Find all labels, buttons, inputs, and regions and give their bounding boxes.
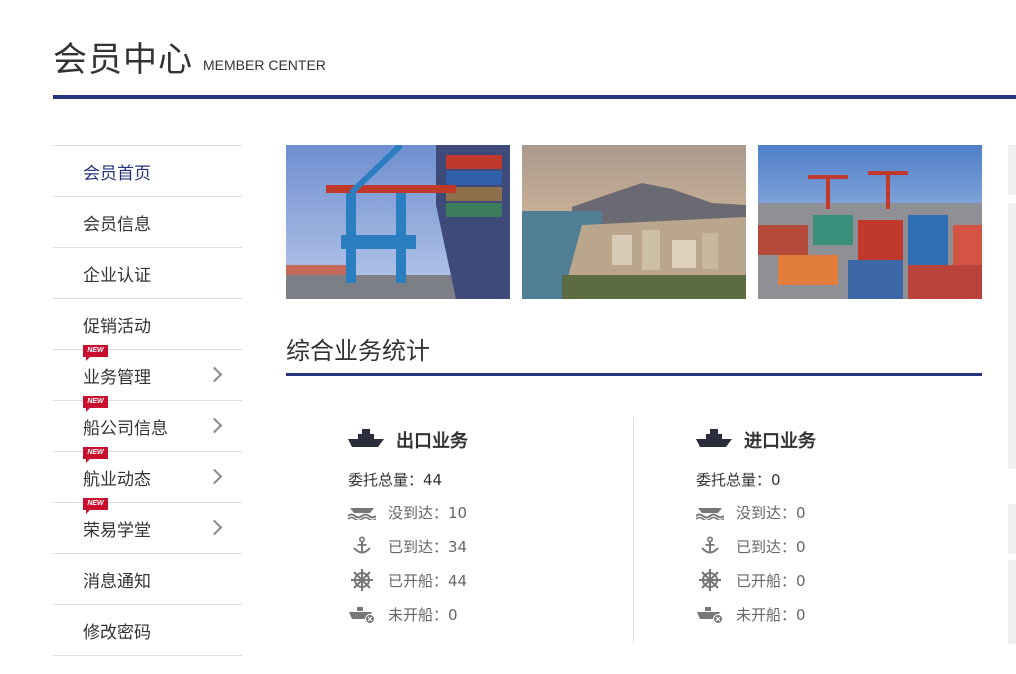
ship-wheel-icon [348, 568, 376, 592]
page-header: 会员中心 MEMBER CENTER [53, 38, 326, 82]
ship-not-sailed-icon [696, 604, 724, 624]
export-sailed: 已开船：44 [388, 571, 468, 590]
sidebar-item-label: 会员信息 [83, 214, 151, 235]
sidebar-item-industry-news[interactable]: NEW 航业动态 [53, 447, 242, 503]
new-badge: NEW [83, 396, 108, 412]
export-title: 出口业务 [396, 431, 468, 452]
ship-wheel-icon [696, 568, 724, 592]
port-crane-photo[interactable] [286, 145, 510, 299]
sidebar-item-promotions[interactable]: 促销活动 [53, 299, 242, 350]
ship-icon [696, 427, 732, 453]
stats-title: 综合业务统计 [286, 337, 430, 365]
sidebar-item-label: 企业认证 [83, 265, 151, 286]
sidebar-item-business-mgmt[interactable]: NEW 业务管理 [53, 345, 242, 401]
export-total: 委托总量：44 [348, 471, 443, 489]
stats-column-divider [633, 417, 634, 643]
ship-icon [348, 427, 384, 453]
ship-waves-icon [696, 504, 724, 520]
anchor-icon [696, 536, 724, 556]
sidebar-item-academy[interactable]: NEW 荣易学堂 [53, 498, 242, 554]
import-not-sailed: 未开船：0 [736, 605, 806, 624]
banner-gallery [286, 145, 982, 299]
chevron-right-icon [206, 519, 223, 536]
export-row-sailed: 已开船：44 [348, 563, 468, 597]
export-not-sailed: 未开船：0 [388, 605, 458, 624]
import-sailed: 已开船：0 [736, 571, 806, 590]
export-not-arrived: 没到达：10 [388, 503, 468, 522]
chevron-right-icon [206, 468, 223, 485]
import-total: 委托总量：0 [696, 471, 781, 489]
sidebar-item-label: 航业动态 [83, 469, 151, 490]
sidebar-item-label: 船公司信息 [83, 418, 168, 439]
ship-not-sailed-icon [348, 604, 376, 624]
page-title: 会员中心 [53, 40, 193, 80]
sidebar-item-label: 消息通知 [83, 571, 151, 592]
sidebar-item-label: 业务管理 [83, 367, 151, 388]
import-row-not-arrived: 没到达：0 [696, 495, 816, 529]
sidebar-item-messages[interactable]: 消息通知 [53, 554, 242, 605]
ship-waves-icon [348, 504, 376, 520]
coastal-city-photo[interactable] [522, 145, 746, 299]
anchor-icon [348, 536, 376, 556]
sidebar-item-label: 修改密码 [83, 622, 151, 643]
sidebar-nav: 会员首页 会员信息 企业认证 促销活动 NEW 业务管理 NEW 船公司信息 N… [53, 145, 242, 656]
new-badge: NEW [83, 447, 108, 463]
sidebar-item-label: 会员首页 [83, 163, 151, 184]
new-badge: NEW [83, 498, 108, 514]
import-not-arrived: 没到达：0 [736, 503, 806, 522]
sidebar-item-member-info[interactable]: 会员信息 [53, 197, 242, 248]
sidebar-item-label: 荣易学堂 [83, 520, 151, 541]
import-title: 进口业务 [744, 431, 816, 452]
sidebar-item-label: 促销活动 [83, 316, 151, 337]
import-row-not-sailed: 未开船：0 [696, 597, 816, 631]
new-badge: NEW [83, 345, 108, 361]
stats-divider [286, 373, 982, 376]
header-divider [53, 95, 1016, 99]
scroll-edge [1008, 145, 1016, 195]
sidebar-item-enterprise-cert[interactable]: 企业认证 [53, 248, 242, 299]
scroll-edge [1008, 504, 1016, 554]
export-arrived: 已到达：34 [388, 537, 468, 556]
chevron-right-icon [206, 417, 223, 434]
sidebar-item-member-home[interactable]: 会员首页 [53, 146, 242, 197]
page-subtitle: MEMBER CENTER [203, 57, 326, 73]
import-arrived: 已到达：0 [736, 537, 806, 556]
export-stats-panel: 出口业务 委托总量：44 没到达：10 已到达：34 已开船：44 未开船：0 [348, 428, 468, 631]
export-row-not-arrived: 没到达：10 [348, 495, 468, 529]
chevron-right-icon [206, 366, 223, 383]
scroll-edge [1008, 203, 1016, 469]
export-row-not-sailed: 未开船：0 [348, 597, 468, 631]
import-row-sailed: 已开船：0 [696, 563, 816, 597]
sidebar-item-change-password[interactable]: 修改密码 [53, 605, 242, 656]
import-row-arrived: 已到达：0 [696, 529, 816, 563]
container-yard-photo[interactable] [758, 145, 982, 299]
sidebar-item-shipping-company[interactable]: NEW 船公司信息 [53, 396, 242, 452]
export-row-arrived: 已到达：34 [348, 529, 468, 563]
scroll-edge [1008, 560, 1016, 644]
import-stats-panel: 进口业务 委托总量：0 没到达：0 已到达：0 已开船：0 未开船：0 [696, 428, 816, 631]
